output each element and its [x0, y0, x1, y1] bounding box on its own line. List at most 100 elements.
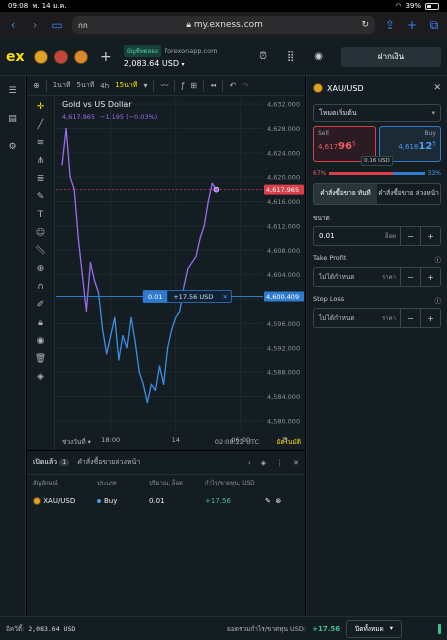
y-tick-label: 4,612.000 [267, 222, 300, 230]
reader-aa[interactable]: กก [78, 19, 88, 32]
stop-loss-increase-button[interactable]: + [420, 309, 440, 327]
market-order-tab[interactable]: คำสั่งซื้อขาย ทันที [314, 184, 377, 204]
chevron-right-icon[interactable]: › [248, 459, 251, 467]
fib-icon[interactable]: ≣ [37, 174, 45, 184]
close-icon[interactable]: ✕ [433, 83, 441, 93]
pencil-lock-icon[interactable]: ✐ [37, 300, 45, 310]
crosshair-icon[interactable]: ✛ [37, 102, 45, 112]
buy-price-sup: 5 [432, 141, 436, 148]
y-tick-label: 4,604.000 [267, 271, 300, 279]
rewind-icon[interactable]: ⏪︎ [210, 81, 216, 91]
price-chart[interactable]: 4,632.000 4,628.000 4,624.000 4,620.000 4,61… [56, 96, 305, 450]
info-icon[interactable]: ⓘ [435, 254, 442, 264]
redo-icon[interactable]: ↷ [242, 81, 249, 90]
instrument-tab-icon[interactable] [54, 49, 68, 64]
timeframe-1m[interactable]: 1นาที [53, 80, 71, 91]
edit-icon[interactable]: ✎ [265, 497, 271, 505]
tabs-icon[interactable]: ⧉ [427, 18, 441, 33]
lock-icon[interactable]: 🔒︎ [38, 318, 43, 328]
chart-svg[interactable]: 4,632.000 4,628.000 4,624.000 4,620.000 4,61… [56, 96, 305, 450]
close-icon[interactable]: ✕ [293, 459, 299, 467]
col-volume: ปริมาณ, ล็อต [149, 481, 183, 487]
magnet-icon[interactable]: ∩ [37, 282, 44, 292]
back-icon[interactable]: ‹ [6, 18, 20, 32]
calendar-icon[interactable]: ▤ [8, 114, 17, 124]
parallel-channel-icon[interactable]: ≋ [37, 138, 45, 148]
close-position-icon[interactable]: ⊗ [275, 497, 281, 505]
forward-icon[interactable]: › [28, 18, 42, 32]
tab-open-positions[interactable]: เปิดแล้ว 1 [33, 457, 70, 468]
add-indicator-icon[interactable]: ⊕ [33, 81, 40, 90]
take-profit-field[interactable]: ไม่ได้กำหนด ราคา − + [313, 267, 441, 287]
more-icon[interactable]: ⋮ [276, 459, 283, 467]
chevron-down-icon: ▾ [181, 61, 185, 68]
chart-title: Gold vs US Dollar [62, 100, 132, 109]
zoom-icon[interactable]: ⊕ [37, 264, 45, 274]
stop-loss-unit[interactable]: ราคา [378, 313, 400, 323]
tab-pending-orders[interactable]: คำสั่งซื้อขายล่วงหน้า [77, 457, 140, 468]
stop-loss-label: Stop Loss [313, 295, 345, 303]
layout-icon[interactable]: ⊞ [190, 81, 197, 90]
reload-icon[interactable]: ↻ [361, 20, 369, 30]
volume-field[interactable]: 0.01 ล็อต − + [313, 226, 441, 246]
eye-icon[interactable]: ◉ [37, 336, 45, 346]
share-icon[interactable]: ⇪ [383, 18, 397, 32]
add-instrument-button[interactable]: + [100, 49, 112, 65]
take-profit-decrease-button[interactable]: − [400, 268, 420, 286]
timeframe-5m[interactable]: 5นาที [77, 80, 95, 91]
sell-price-big: 96 [338, 141, 352, 152]
account-selector[interactable]: บัญชีทดลอง forexonapp.com 2,083.64 USD ▾ [123, 45, 217, 68]
price-line-segment [130, 316, 136, 343]
instrument-tab-icon[interactable] [34, 49, 48, 64]
chart-type-icon[interactable]: 〰 [160, 80, 168, 91]
profile-icon[interactable]: ◉ [314, 51, 323, 62]
resize-handle[interactable] [438, 623, 441, 634]
book-icon[interactable]: ▭ [50, 18, 64, 32]
stop-loss-decrease-button[interactable]: − [400, 309, 420, 327]
mode-select[interactable]: โหมดเริ่มต้น ▾ [313, 104, 441, 122]
volume-increase-button[interactable]: + [420, 227, 440, 245]
stop-loss-value[interactable]: ไม่ได้กำหนด [314, 313, 378, 323]
stop-loss-field[interactable]: ไม่ได้กำหนด ราคา − + [313, 308, 441, 328]
deposit-button[interactable]: ฝากเงิน [341, 46, 441, 67]
take-profit-value[interactable]: ไม่ได้กำหนด [314, 272, 378, 282]
volume-value[interactable]: 0.01 [314, 232, 381, 240]
col-symbol: สัญลักษณ์ [33, 481, 58, 487]
take-profit-unit[interactable]: ราคา [378, 272, 400, 282]
brush-icon[interactable]: ✎ [37, 192, 45, 202]
settings-icon[interactable]: ⚙ [8, 142, 16, 152]
address-bar[interactable]: กก 🔒︎ my.exness.com ↻ [72, 16, 375, 34]
apps-grid-icon[interactable]: ⣿ [287, 51, 294, 62]
menu-icon[interactable]: ☰ [8, 86, 16, 96]
group-view-icon[interactable]: ◈ [261, 459, 266, 467]
fork-icon[interactable]: ⋔ [37, 156, 45, 166]
exness-logo[interactable]: ex [6, 49, 28, 65]
alarm-icon[interactable]: ⏰︎ [259, 51, 267, 62]
indicators-icon[interactable]: ƒ [181, 81, 184, 90]
timeframe-4h[interactable]: 4h [100, 82, 109, 90]
text-icon[interactable]: T [38, 210, 44, 220]
trend-line-icon[interactable]: ╱ [38, 120, 43, 130]
layers-icon[interactable]: ◈ [37, 372, 44, 382]
timeframe-15m[interactable]: 15นาที [115, 80, 137, 91]
undo-icon[interactable]: ↶ [229, 81, 236, 90]
sell-price-main: 4,617 [318, 143, 339, 151]
ruler-icon[interactable]: 📏︎ [35, 246, 46, 256]
chart-toolbar: ⊕ 1นาที 5นาที 4h 15นาที ▾ 〰 ƒ ⊞ ⏪︎ ↶ ↷ [27, 76, 305, 96]
y-tick-label: 4,588.000 [267, 369, 300, 377]
trash-icon[interactable]: 🗑︎ [35, 354, 46, 364]
emoji-icon[interactable]: ☺ [36, 228, 45, 238]
table-row[interactable]: XAU/USD Buy 0.01 +17.56 ✎ ⊗ [27, 491, 305, 511]
take-profit-increase-button[interactable]: + [420, 268, 440, 286]
new-tab-icon[interactable]: + [405, 18, 419, 32]
ios-status-bar: 09:08 พ. 14 ม.ค. ◠ 39% [0, 0, 447, 12]
close-all-button[interactable]: ปิดทั้งหมด ▾ [346, 619, 402, 638]
chevron-down-icon[interactable]: ▾ [143, 81, 147, 90]
instrument-tab-icon[interactable] [74, 49, 88, 64]
total-pl-value: +17.56 [312, 624, 341, 633]
volume-decrease-button[interactable]: − [400, 227, 420, 245]
pending-order-tab[interactable]: คำสั่งซื้อขาย ล่วงหน้า [377, 184, 440, 204]
sell-price-sup: 5 [351, 141, 356, 148]
info-icon[interactable]: ⓘ [435, 295, 442, 305]
sentiment-meter [329, 172, 425, 175]
